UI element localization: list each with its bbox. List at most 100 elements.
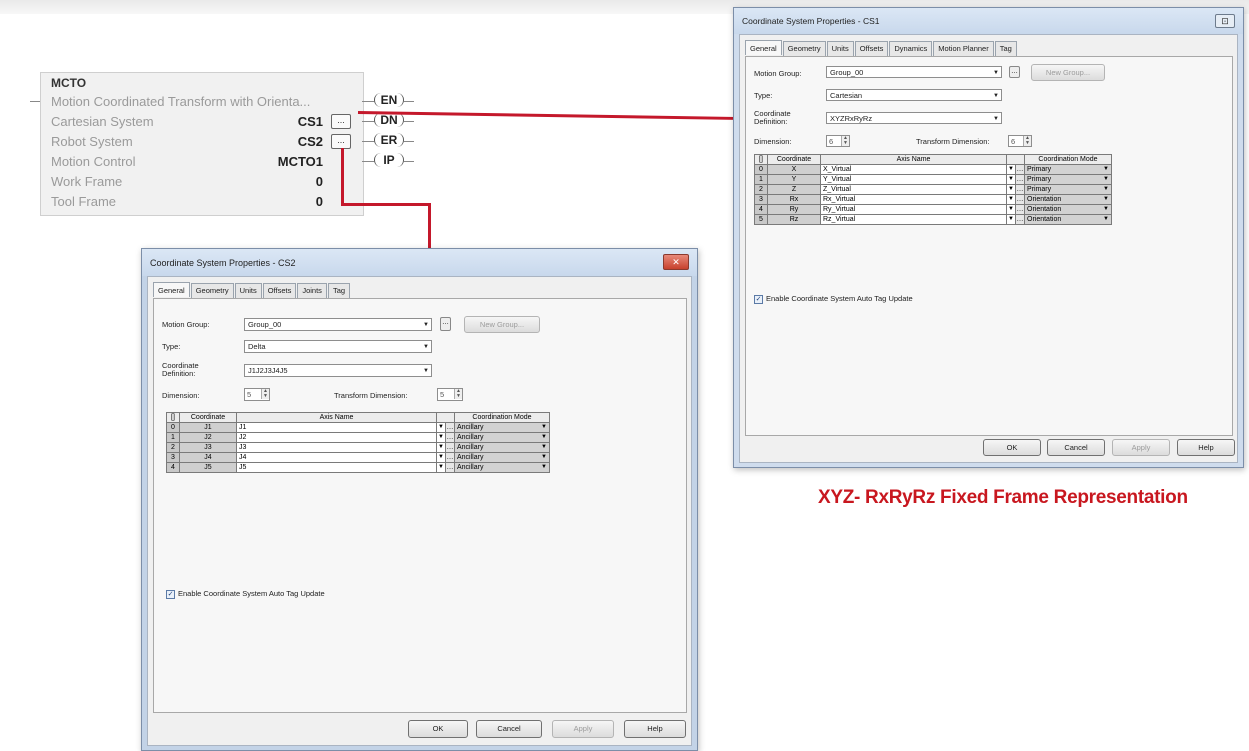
transform-dimension-spinner[interactable]: 6 ▲ ▼ — [1008, 135, 1032, 147]
tab-tag[interactable]: Tag — [327, 283, 351, 298]
ellipsis-button[interactable]: … — [1015, 184, 1025, 195]
dropdown-arrow-icon: ▼ — [1103, 176, 1109, 182]
ellipsis-button[interactable]: … — [1015, 214, 1025, 225]
ellipsis-button[interactable]: … — [445, 432, 455, 443]
grid-header: [] — [754, 154, 768, 165]
table-row[interactable]: 3 J4 J4 ▼… Ancillary ▼ — [166, 452, 550, 463]
table-row[interactable]: 0 X X_Virtual ▼… Primary ▼ — [754, 164, 1112, 175]
dropdown-arrow-icon[interactable]: ▼ — [1006, 194, 1016, 205]
motion-group-browse-button[interactable]: … — [1009, 66, 1020, 78]
grid-header-row: [] Coordinate Axis Name Coordination Mod… — [166, 412, 550, 423]
dropdown-arrow-icon: ▼ — [423, 322, 429, 328]
cancel-button[interactable]: Cancel — [1047, 439, 1105, 456]
tab-tag[interactable]: Tag — [994, 41, 1017, 56]
apply-button[interactable]: Apply — [1112, 439, 1170, 456]
type-select[interactable]: Cartesian ▼ — [826, 89, 1002, 101]
coordinate-definition-select[interactable]: J1J2J3J4J5 ▼ — [244, 364, 432, 377]
param-tool-frame[interactable]: Tool Frame 0 — [51, 194, 331, 212]
dropdown-arrow-icon[interactable]: ▼ — [1006, 204, 1016, 215]
motion-group-select[interactable]: Group_00 ▼ — [826, 66, 1002, 78]
table-row[interactable]: 4 Ry Ry_Virtual ▼… Orientation ▼ — [754, 204, 1112, 215]
param-label: Motion Control — [51, 154, 136, 169]
dialog-cs1[interactable]: Coordinate System Properties - CS1 ⊡ Gen… — [733, 7, 1244, 468]
axis-grid: [] Coordinate Axis Name Coordination Mod… — [754, 154, 1112, 225]
new-group-button[interactable]: New Group... — [464, 316, 540, 333]
tab-joints[interactable]: Joints — [297, 283, 327, 298]
transform-dimension-spinner[interactable]: 5 ▲ ▼ — [437, 388, 463, 401]
axis-grid: [] Coordinate Axis Name Coordination Mod… — [166, 412, 550, 473]
tab-units[interactable]: Units — [234, 283, 262, 298]
table-row[interactable]: 1 Y Y_Virtual ▼… Primary ▼ — [754, 174, 1112, 185]
tab-offsets[interactable]: Offsets — [262, 283, 297, 298]
table-row[interactable]: 2 Z Z_Virtual ▼… Primary ▼ — [754, 184, 1112, 195]
dialog-cs2[interactable]: Coordinate System Properties - CS2 ✕ Gen… — [141, 248, 698, 751]
ellipsis-button[interactable]: … — [445, 442, 455, 453]
tab-units[interactable]: Units — [826, 41, 854, 56]
motion-group-browse-button[interactable]: … — [440, 317, 451, 331]
type-label: Type: — [162, 342, 181, 351]
tab-geometry[interactable]: Geometry — [782, 41, 826, 56]
motion-group-select[interactable]: Group_00 ▼ — [244, 318, 432, 331]
param-motion-control[interactable]: Motion Control MCTO1 — [51, 154, 331, 172]
cancel-button[interactable]: Cancel — [476, 720, 542, 738]
motion-group-label: Motion Group: — [754, 69, 802, 78]
auto-tag-checkbox[interactable]: ✓ Enable Coordinate System Auto Tag Updat… — [754, 294, 913, 304]
checkmark-icon: ✓ — [754, 294, 763, 304]
table-row[interactable]: 2 J3 J3 ▼… Ancillary ▼ — [166, 442, 550, 453]
grid-header: Coordinate — [767, 154, 821, 165]
tab-motion-planner[interactable]: Motion Planner — [933, 41, 994, 56]
table-row[interactable]: 5 Rz Rz_Virtual ▼… Orientation ▼ — [754, 214, 1112, 225]
param-work-frame[interactable]: Work Frame 0 — [51, 174, 331, 192]
ellipsis-button[interactable]: … — [445, 452, 455, 463]
type-select[interactable]: Delta ▼ — [244, 340, 432, 353]
grid-header: Axis Name — [236, 412, 437, 423]
dropdown-arrow-icon[interactable]: ▼ — [436, 452, 446, 463]
ellipsis-button[interactable]: … — [445, 422, 455, 433]
ellipsis-button[interactable]: … — [1015, 194, 1025, 205]
maximize-icon[interactable]: ⊡ — [1215, 14, 1235, 28]
output-en: EN — [362, 93, 418, 109]
table-row[interactable]: 1 J2 J2 ▼… Ancillary ▼ — [166, 432, 550, 443]
help-button[interactable]: Help — [624, 720, 686, 738]
browse-cs1-button[interactable]: ... — [331, 114, 351, 129]
tab-geometry[interactable]: Geometry — [190, 283, 234, 298]
browse-cs2-button[interactable]: ... — [331, 134, 351, 149]
ellipsis-button[interactable]: … — [1015, 174, 1025, 185]
dropdown-arrow-icon[interactable]: ▼ — [436, 432, 446, 443]
tab-dynamics[interactable]: Dynamics — [889, 41, 933, 56]
instruction-name: MCTO — [51, 76, 87, 90]
tab-general[interactable]: General — [745, 40, 782, 55]
ellipsis-button[interactable]: … — [445, 462, 455, 473]
tab-offsets[interactable]: Offsets — [854, 41, 889, 56]
dimension-spinner[interactable]: 6 ▲ ▼ — [826, 135, 850, 147]
dropdown-arrow-icon[interactable]: ▼ — [436, 462, 446, 473]
param-value: 0 — [315, 194, 323, 209]
dimension-spinner[interactable]: 5 ▲ ▼ — [244, 388, 270, 401]
param-label: Cartesian System — [51, 114, 154, 129]
param-cartesian-system[interactable]: Cartesian System CS1 ... — [51, 114, 351, 132]
mcto-instruction-block[interactable]: MCTO Motion Coordinated Transform with O… — [40, 72, 364, 216]
dropdown-arrow-icon[interactable]: ▼ — [1006, 184, 1016, 195]
tab-general[interactable]: General — [153, 282, 190, 297]
ellipsis-button[interactable]: … — [1015, 204, 1025, 215]
param-robot-system[interactable]: Robot System CS2 ... — [51, 134, 351, 152]
table-row[interactable]: 3 Rx Rx_Virtual ▼… Orientation ▼ — [754, 194, 1112, 205]
auto-tag-checkbox[interactable]: ✓ Enable Coordinate System Auto Tag Updat… — [166, 589, 325, 599]
new-group-button[interactable]: New Group... — [1031, 64, 1105, 81]
dropdown-arrow-icon[interactable]: ▼ — [1006, 174, 1016, 185]
apply-button[interactable]: Apply — [552, 720, 614, 738]
help-button[interactable]: Help — [1177, 439, 1235, 456]
general-panel: Motion Group: Group_00 ▼ … New Group... T… — [153, 298, 687, 713]
table-row[interactable]: 0 J1 J1 ▼… Ancillary ▼ — [166, 422, 550, 433]
dropdown-arrow-icon[interactable]: ▼ — [436, 442, 446, 453]
dropdown-arrow-icon[interactable]: ▼ — [1006, 164, 1016, 175]
dropdown-arrow-icon[interactable]: ▼ — [1006, 214, 1016, 225]
table-row[interactable]: 4 J5 J5 ▼… Ancillary ▼ — [166, 462, 550, 473]
tab-strip: General Geometry Units Offsets Joints Ta… — [153, 282, 351, 298]
ok-button[interactable]: OK — [983, 439, 1041, 456]
ok-button[interactable]: OK — [408, 720, 468, 738]
ellipsis-button[interactable]: … — [1015, 164, 1025, 175]
dropdown-arrow-icon[interactable]: ▼ — [436, 422, 446, 433]
coordinate-definition-select[interactable]: XYZRxRyRz ▼ — [826, 112, 1002, 124]
close-icon[interactable]: ✕ — [663, 254, 689, 270]
